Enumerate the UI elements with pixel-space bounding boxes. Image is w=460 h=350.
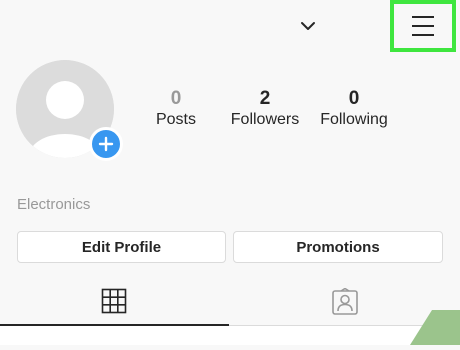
grid-icon (101, 288, 127, 314)
following-stat[interactable]: 0 Following (309, 88, 399, 130)
hamburger-menu-icon (412, 16, 434, 36)
following-count: 0 (348, 88, 360, 109)
promotions-button[interactable]: Promotions (233, 231, 443, 263)
followers-label: Followers (230, 111, 300, 128)
corner-decoration (410, 310, 460, 345)
profile-bio-category: Electronics (17, 196, 91, 213)
add-story-button[interactable] (89, 127, 123, 161)
posts-count: 0 (170, 88, 182, 109)
plus-icon (98, 136, 114, 152)
edit-profile-button[interactable]: Edit Profile (17, 231, 226, 263)
following-label: Following (320, 111, 388, 128)
tagged-person-icon (332, 287, 358, 315)
content-area (0, 326, 460, 345)
grid-view-tab[interactable] (101, 288, 127, 314)
account-dropdown-chevron-icon[interactable] (298, 18, 318, 34)
posts-stat: 0 Posts (131, 88, 221, 130)
followers-stat[interactable]: 2 Followers (220, 88, 310, 130)
followers-count: 2 (259, 88, 271, 109)
options-menu-button[interactable] (390, 0, 456, 52)
posts-label: Posts (155, 111, 196, 128)
tagged-photos-tab[interactable] (331, 287, 359, 316)
